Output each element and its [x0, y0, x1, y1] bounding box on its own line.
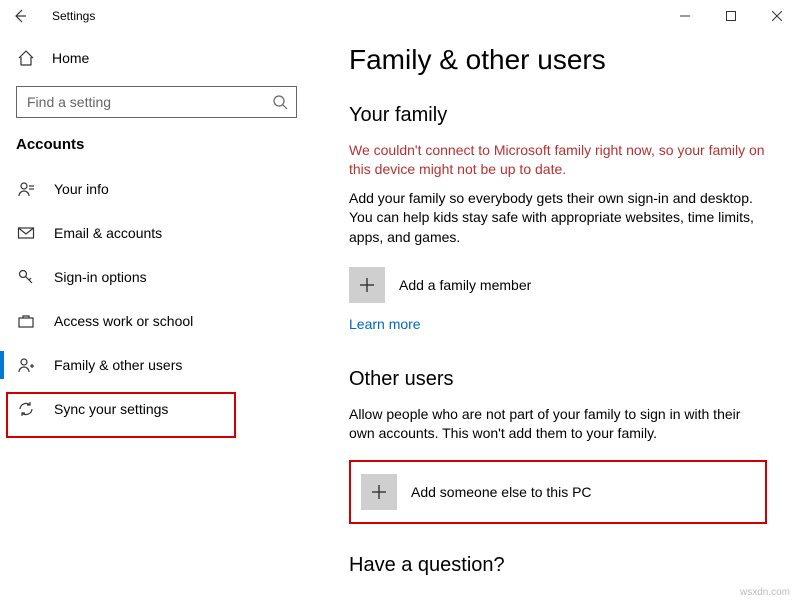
section-label: Accounts: [16, 136, 297, 153]
add-other-plus-button[interactable]: [361, 474, 397, 510]
maximize-button[interactable]: [708, 0, 754, 32]
search-box[interactable]: [16, 86, 297, 118]
main-panel: Family & other users Your family We coul…: [325, 32, 800, 602]
nav-item-your-info[interactable]: Your info: [0, 167, 325, 211]
question-heading: Have a question?: [349, 554, 768, 577]
nav-item-signin-options[interactable]: Sign-in options: [0, 255, 325, 299]
nav-list: Your info Email & accounts Sign-in optio…: [0, 167, 325, 431]
sync-icon: [16, 400, 36, 418]
window-controls: [662, 0, 800, 32]
nav-label: Email & accounts: [54, 225, 162, 241]
person-icon: [16, 180, 36, 198]
add-family-label: Add a family member: [399, 277, 531, 293]
add-other-label: Add someone else to this PC: [411, 484, 592, 500]
page-title: Family & other users: [349, 44, 768, 76]
plus-icon: [370, 483, 388, 501]
maximize-icon: [726, 11, 736, 21]
app-title: Settings: [52, 9, 95, 23]
nav-item-sync-settings[interactable]: Sync your settings: [0, 387, 325, 431]
minimize-button[interactable]: [662, 0, 708, 32]
search-icon: [272, 94, 288, 110]
family-error-text: We couldn't connect to Microsoft family …: [349, 141, 768, 179]
watermark: wsxdn.com: [740, 587, 790, 598]
family-heading: Your family: [349, 104, 768, 127]
nav-label: Sign-in options: [54, 269, 147, 285]
nav-item-family-other-users[interactable]: Family & other users: [0, 343, 325, 387]
other-body-text: Allow people who are not part of your fa…: [349, 405, 768, 444]
search-input[interactable]: [25, 93, 272, 111]
add-family-member-row[interactable]: Add a family member: [349, 264, 768, 306]
nav-label: Family & other users: [54, 357, 182, 373]
nav-item-email-accounts[interactable]: Email & accounts: [0, 211, 325, 255]
sidebar: Home Accounts Your info Ema: [0, 32, 325, 602]
nav-label: Access work or school: [54, 313, 193, 329]
home-label: Home: [52, 50, 89, 66]
add-other-user-row[interactable]: Add someone else to this PC: [349, 460, 767, 524]
close-icon: [772, 11, 782, 21]
close-button[interactable]: [754, 0, 800, 32]
home-icon: [16, 49, 36, 67]
people-add-icon: [16, 356, 36, 374]
briefcase-icon: [16, 312, 36, 330]
learn-more-link[interactable]: Learn more: [349, 316, 768, 332]
back-arrow-icon: [12, 8, 28, 24]
plus-icon: [358, 276, 376, 294]
other-users-heading: Other users: [349, 368, 768, 391]
back-button[interactable]: [12, 8, 44, 24]
home-nav[interactable]: Home: [16, 38, 297, 78]
nav-item-access-work-school[interactable]: Access work or school: [0, 299, 325, 343]
add-family-plus-button[interactable]: [349, 267, 385, 303]
family-body-text: Add your family so everybody gets their …: [349, 189, 768, 248]
nav-label: Your info: [54, 181, 109, 197]
key-icon: [16, 268, 36, 286]
nav-label: Sync your settings: [54, 401, 168, 417]
mail-icon: [16, 224, 36, 242]
minimize-icon: [680, 11, 690, 21]
